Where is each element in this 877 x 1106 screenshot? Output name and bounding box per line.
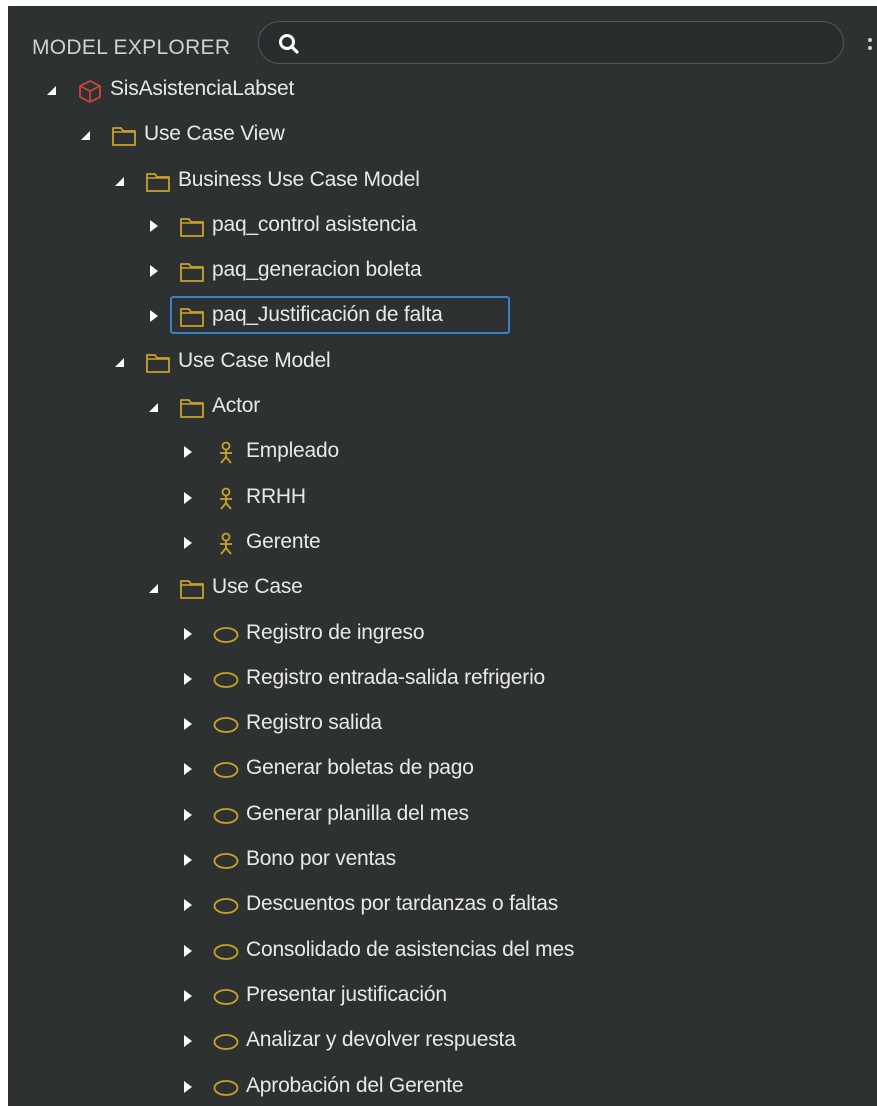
tree-item[interactable]: RRHH <box>8 476 877 521</box>
tree-item[interactable]: Use Case Model <box>8 340 877 385</box>
tree-item-label: Use Case Model <box>178 348 331 372</box>
actor-icon <box>212 440 240 466</box>
tree-item[interactable]: Descuentos por tardanzas o faltas <box>8 883 877 928</box>
expand-arrow-icon[interactable] <box>182 898 194 912</box>
tree-item[interactable]: paq_generacion boleta <box>8 249 877 294</box>
folder-icon <box>144 169 172 195</box>
tree-item-label: Registro de ingreso <box>246 620 425 644</box>
use-case-icon <box>212 848 240 874</box>
panel-title: MODEL EXPLORER <box>32 36 231 59</box>
collapse-arrow-icon[interactable] <box>80 128 92 142</box>
tree-item[interactable]: Business Use Case Model <box>8 159 877 204</box>
tree-item[interactable]: Presentar justificación <box>8 974 877 1019</box>
use-case-icon <box>212 1075 240 1101</box>
tree-item-label: SisAsistenciaLabset <box>110 77 295 100</box>
folder-icon <box>178 395 206 421</box>
expand-arrow-icon[interactable] <box>182 989 194 1003</box>
expand-arrow-icon[interactable] <box>182 762 194 776</box>
tree-item-label: Business Use Case Model <box>178 167 420 191</box>
use-case-icon <box>212 984 240 1010</box>
use-case-icon <box>212 803 240 829</box>
collapse-arrow-icon[interactable] <box>114 355 126 369</box>
tree-item-label: paq_generacion boleta <box>212 258 422 282</box>
actor-icon <box>212 531 240 557</box>
tree-item-label: Actor <box>212 394 261 418</box>
tree-item-label: paq_control asistencia <box>212 212 417 236</box>
tree-item-label: Gerente <box>246 529 321 553</box>
collapse-arrow-icon[interactable] <box>46 83 58 97</box>
tree-item-label: Generar planilla del mes <box>246 801 469 825</box>
tree-item[interactable]: SisAsistenciaLabset <box>8 68 877 113</box>
expand-arrow-icon[interactable] <box>182 672 194 686</box>
search-box[interactable] <box>258 21 844 64</box>
use-case-icon <box>212 1029 240 1055</box>
tree-item-label: Use Case <box>212 575 303 599</box>
tree-item-label: Generar boletas de pago <box>246 756 474 780</box>
expand-arrow-icon[interactable] <box>182 1080 194 1094</box>
expand-arrow-icon[interactable] <box>182 445 194 459</box>
tree-item[interactable]: Bono por ventas <box>8 838 877 883</box>
model-tree: SisAsistenciaLabset Use Case View Business… <box>8 68 877 1106</box>
tree-item-label: Presentar justificación <box>246 982 447 1006</box>
tree-item[interactable]: Gerente <box>8 521 877 566</box>
use-case-icon <box>212 622 240 648</box>
expand-arrow-icon[interactable] <box>182 536 194 550</box>
tree-item[interactable]: Consolidado de asistencias del mes <box>8 929 877 974</box>
collapse-arrow-icon[interactable] <box>148 400 160 414</box>
expand-arrow-icon[interactable] <box>148 264 160 278</box>
tree-item-label: Descuentos por tardanzas o faltas <box>246 892 559 916</box>
expand-arrow-icon[interactable] <box>148 309 160 323</box>
tree-item-label: Empleado <box>246 439 339 463</box>
search-icon[interactable] <box>277 32 301 56</box>
collapse-arrow-icon[interactable] <box>114 174 126 188</box>
tree-item-label: Registro salida <box>246 711 382 735</box>
tree-item[interactable]: Generar planilla del mes <box>8 793 877 838</box>
folder-icon <box>110 123 138 149</box>
tree-item[interactable]: Registro salida <box>8 702 877 747</box>
folder-icon <box>144 350 172 376</box>
expand-arrow-icon[interactable] <box>182 717 194 731</box>
expand-arrow-icon[interactable] <box>148 219 160 233</box>
tree-item[interactable]: Aprobación del Gerente <box>8 1065 877 1106</box>
tree-item-label: Aprobación del Gerente <box>246 1073 464 1097</box>
project-icon <box>76 78 104 104</box>
tree-item[interactable]: Generar boletas de pago <box>8 747 877 792</box>
expand-arrow-icon[interactable] <box>182 944 194 958</box>
expand-arrow-icon[interactable] <box>182 808 194 822</box>
tree-item-label: RRHH <box>246 484 306 508</box>
folder-icon <box>178 576 206 602</box>
use-case-icon <box>212 712 240 738</box>
use-case-icon <box>212 757 240 783</box>
tree-item[interactable]: paq_control asistencia <box>8 204 877 249</box>
collapse-arrow-icon[interactable] <box>148 581 160 595</box>
folder-icon <box>178 259 206 285</box>
actor-icon <box>212 486 240 512</box>
tree-item-label: Bono por ventas <box>246 847 396 871</box>
search-input[interactable] <box>309 28 813 60</box>
tree-item[interactable]: Use Case View <box>8 113 877 158</box>
more-options-icon[interactable] <box>868 38 872 52</box>
expand-arrow-icon[interactable] <box>182 627 194 641</box>
use-case-icon <box>212 667 240 693</box>
tree-item[interactable]: Empleado <box>8 430 877 475</box>
use-case-icon <box>212 939 240 965</box>
expand-arrow-icon[interactable] <box>182 853 194 867</box>
model-explorer-panel: MODEL EXPLORER SisAsistenciaLabset Use Ca… <box>8 6 877 1106</box>
tree-item-label: Analizar y devolver respuesta <box>246 1028 516 1052</box>
tree-item[interactable]: Registro de ingreso <box>8 612 877 657</box>
tree-item-label: Use Case View <box>144 122 285 146</box>
folder-icon <box>178 214 206 240</box>
tree-item-label: Registro entrada-salida refrigerio <box>246 665 546 689</box>
tree-item[interactable]: paq_Justificación de falta <box>8 294 877 339</box>
tree-item[interactable]: Actor <box>8 385 877 430</box>
tree-item[interactable]: Analizar y devolver respuesta <box>8 1019 877 1064</box>
tree-item[interactable]: Registro entrada-salida refrigerio <box>8 657 877 702</box>
tree-item[interactable]: Use Case <box>8 566 877 611</box>
use-case-icon <box>212 893 240 919</box>
tree-item-label: Consolidado de asistencias del mes <box>246 937 575 961</box>
expand-arrow-icon[interactable] <box>182 1034 194 1048</box>
expand-arrow-icon[interactable] <box>182 491 194 505</box>
selection-highlight <box>170 296 510 335</box>
